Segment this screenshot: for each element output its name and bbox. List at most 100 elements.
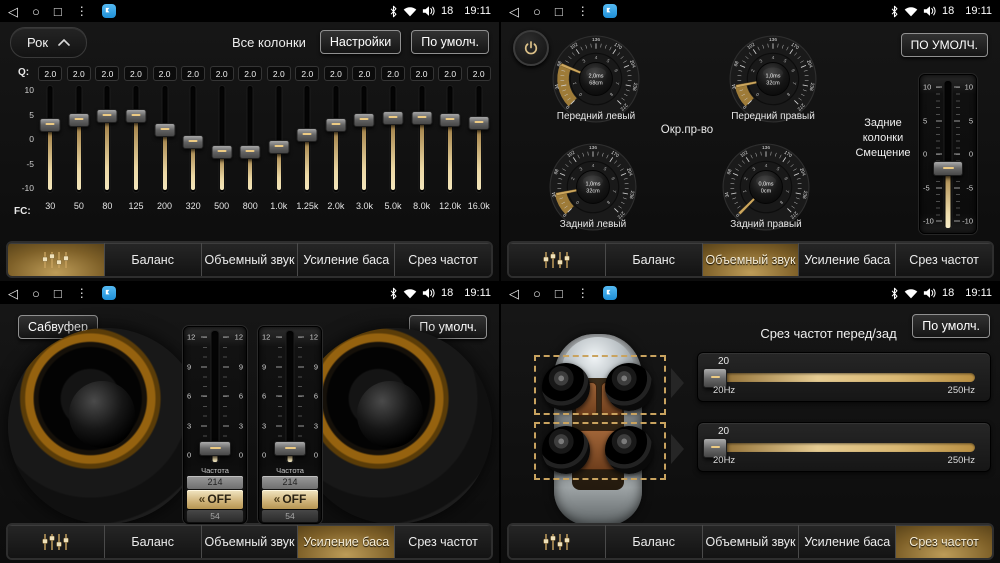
power-button[interactable]	[513, 30, 549, 66]
rear-speakers-selection[interactable]	[534, 422, 666, 480]
q-value[interactable]: 2.0	[95, 66, 119, 81]
slider-handle[interactable]	[211, 145, 232, 159]
tab-equalizer[interactable]	[8, 243, 104, 276]
slider-handle[interactable]	[268, 140, 289, 154]
recents-icon[interactable]: □	[555, 5, 563, 18]
q-value[interactable]: 2.0	[324, 66, 348, 81]
slider-handle[interactable]	[199, 441, 231, 456]
back-icon[interactable]: ◁	[8, 5, 18, 18]
q-value[interactable]: 2.0	[181, 66, 205, 81]
q-value[interactable]: 2.0	[38, 66, 62, 81]
tab-balance[interactable]: Баланс	[104, 525, 201, 558]
q-value[interactable]: 2.0	[67, 66, 91, 81]
level-slider[interactable]: 121299663300	[184, 327, 246, 465]
tab-crossover[interactable]: Срез частот	[394, 525, 491, 558]
frequency-selected[interactable]: «OFF	[187, 490, 243, 509]
slider-handle[interactable]	[411, 111, 432, 125]
crossover-track[interactable]	[713, 443, 975, 452]
tab-bass-boost[interactable]: Усиление баса	[798, 243, 895, 276]
slider-handle[interactable]	[97, 109, 118, 123]
gain-slider[interactable]	[36, 84, 65, 196]
tab-equalizer[interactable]	[509, 525, 605, 558]
rear-offset-slider[interactable]: 10105500-5-5-10-10	[919, 74, 977, 234]
settings-button[interactable]: Настройки	[320, 30, 401, 54]
tab-bass-boost[interactable]: Усиление баса	[297, 525, 394, 558]
gain-slider[interactable]	[464, 84, 493, 196]
tab-bass-boost[interactable]: Усиление баса	[798, 525, 895, 558]
slider-handle[interactable]	[325, 118, 346, 132]
q-value[interactable]: 2.0	[438, 66, 462, 81]
tab-balance[interactable]: Баланс	[605, 243, 702, 276]
default-button[interactable]: ПО УМОЛЧ.	[901, 33, 988, 57]
slider-handle[interactable]	[240, 145, 261, 159]
back-icon[interactable]: ◁	[509, 5, 519, 18]
slider-handle[interactable]	[183, 135, 204, 149]
slider-handle[interactable]	[40, 118, 61, 132]
overflow-menu-icon[interactable]: ⋮	[577, 287, 589, 299]
frequency-selected[interactable]: «OFF	[262, 490, 318, 509]
tab-crossover[interactable]: Срез частот	[394, 243, 491, 276]
frequency-option-above[interactable]: 214	[187, 476, 243, 489]
gain-slider[interactable]	[65, 84, 94, 196]
slider-handle[interactable]	[154, 123, 175, 137]
q-value[interactable]: 2.0	[238, 66, 262, 81]
tab-crossover[interactable]: Срез частот	[895, 243, 992, 276]
crossover-track[interactable]	[713, 373, 975, 382]
level-slider[interactable]: 121299663300	[259, 327, 321, 465]
slider-handle[interactable]	[68, 113, 89, 127]
q-value[interactable]: 2.0	[124, 66, 148, 81]
q-value[interactable]: 2.0	[210, 66, 234, 81]
frequency-option-above[interactable]: 214	[262, 476, 318, 489]
gain-slider[interactable]	[350, 84, 379, 196]
overflow-menu-icon[interactable]: ⋮	[76, 287, 88, 299]
tab-balance[interactable]: Баланс	[104, 243, 201, 276]
slider-handle[interactable]	[297, 128, 318, 142]
q-value[interactable]: 2.0	[153, 66, 177, 81]
app-icon[interactable]	[603, 286, 617, 300]
home-icon[interactable]: ○	[32, 5, 40, 18]
overflow-menu-icon[interactable]: ⋮	[577, 5, 589, 17]
home-icon[interactable]: ○	[32, 287, 40, 300]
tab-equalizer[interactable]	[509, 243, 605, 276]
tab-surround-sound[interactable]: Объемный звук	[702, 525, 799, 558]
slider-handle[interactable]	[125, 109, 146, 123]
gain-slider[interactable]	[379, 84, 408, 196]
preset-dropdown[interactable]: Рок	[10, 27, 87, 58]
front-speakers-selection[interactable]	[534, 355, 666, 415]
tab-surround-sound[interactable]: Объемный звук	[702, 243, 799, 276]
recents-icon[interactable]: □	[555, 287, 563, 300]
slider-handle[interactable]	[354, 113, 375, 127]
tab-crossover[interactable]: Срез частот	[895, 525, 992, 558]
back-icon[interactable]: ◁	[8, 287, 18, 300]
gain-slider[interactable]	[93, 84, 122, 196]
slider-handle[interactable]	[383, 111, 404, 125]
app-icon[interactable]	[102, 286, 116, 300]
gain-slider[interactable]	[293, 84, 322, 196]
tab-equalizer[interactable]	[8, 525, 104, 558]
gain-slider[interactable]	[322, 84, 351, 196]
recents-icon[interactable]: □	[54, 287, 62, 300]
q-value[interactable]: 2.0	[381, 66, 405, 81]
gain-slider[interactable]	[236, 84, 265, 196]
app-icon[interactable]	[603, 4, 617, 18]
back-icon[interactable]: ◁	[509, 287, 519, 300]
app-icon[interactable]	[102, 4, 116, 18]
frequency-option-below[interactable]: 54	[187, 510, 243, 522]
gain-slider[interactable]	[150, 84, 179, 196]
slider-handle[interactable]	[468, 116, 489, 130]
default-button[interactable]: По умолч.	[411, 30, 489, 54]
q-value[interactable]: 2.0	[352, 66, 376, 81]
tab-balance[interactable]: Баланс	[605, 525, 702, 558]
gain-slider[interactable]	[407, 84, 436, 196]
gain-slider[interactable]	[179, 84, 208, 196]
recents-icon[interactable]: □	[54, 5, 62, 18]
gain-slider[interactable]	[265, 84, 294, 196]
slider-handle[interactable]	[933, 161, 963, 176]
overflow-menu-icon[interactable]: ⋮	[76, 5, 88, 17]
q-value[interactable]: 2.0	[267, 66, 291, 81]
home-icon[interactable]: ○	[533, 5, 541, 18]
gain-slider[interactable]	[207, 84, 236, 196]
home-icon[interactable]: ○	[533, 287, 541, 300]
gain-slider[interactable]	[436, 84, 465, 196]
tab-surround-sound[interactable]: Объемный звук	[201, 525, 298, 558]
